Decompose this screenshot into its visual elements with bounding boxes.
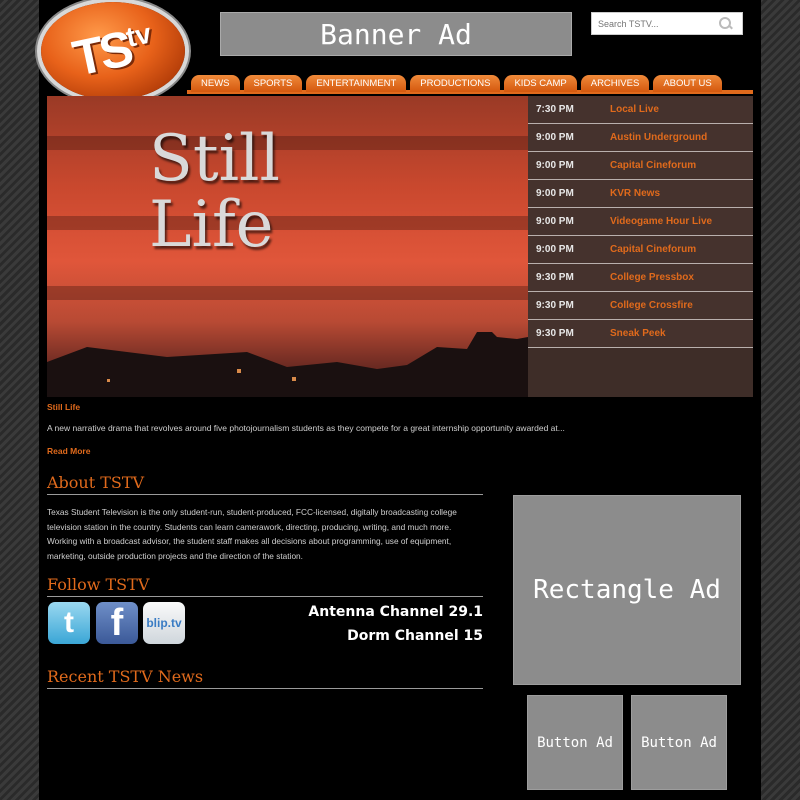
hero-caption-link[interactable]: Still Life <box>47 402 80 412</box>
nav-tab-archives[interactable]: ARCHIVES <box>580 75 650 92</box>
search-icon[interactable] <box>716 15 734 33</box>
button-ad-right[interactable]: Button Ad <box>631 695 727 790</box>
twitter-icon[interactable]: t <box>48 602 90 644</box>
antenna-channel: Antenna Channel 29.1 <box>308 604 483 620</box>
news-heading: Recent TSTV News <box>47 667 483 689</box>
hero-description: A new narrative drama that revolves arou… <box>47 423 565 433</box>
bliptv-icon[interactable]: blip.tv <box>143 602 185 644</box>
hero-image[interactable]: Still Life <box>47 96 528 397</box>
nav-tab-entertainment[interactable]: ENTERTAINMENT <box>306 75 407 92</box>
logo-text: TStv <box>67 17 154 87</box>
nav-tab-productions[interactable]: PRODUCTIONS <box>410 75 501 92</box>
schedule-row[interactable]: 9:30 PM College Crossfire <box>528 292 753 320</box>
schedule-row[interactable]: 9:00 PM Capital Cineforum <box>528 152 753 180</box>
nav-tab-news[interactable]: NEWS <box>191 75 240 92</box>
cloud-band <box>47 286 528 300</box>
nav-tab-about-us[interactable]: ABOUT US <box>653 75 722 92</box>
nav-tab-sports[interactable]: SPORTS <box>243 75 303 92</box>
main-nav: NEWS SPORTS ENTERTAINMENT PRODUCTIONS KI… <box>191 75 722 92</box>
search-box <box>591 12 743 35</box>
nav-tab-kids-camp[interactable]: KIDS CAMP <box>504 75 577 92</box>
skyline-silhouette <box>47 332 528 397</box>
schedule-panel: 7:30 PM Local Live 9:00 PM Austin Undergro… <box>528 96 753 397</box>
rectangle-ad[interactable]: Rectangle Ad <box>513 495 741 685</box>
read-more-link[interactable]: Read More <box>47 446 90 456</box>
banner-ad[interactable]: Banner Ad <box>220 12 572 56</box>
schedule-row[interactable]: 9:30 PM Sneak Peek <box>528 320 753 348</box>
schedule-row[interactable]: 9:00 PM Videogame Hour Live <box>528 208 753 236</box>
schedule-row[interactable]: 9:30 PM College Pressbox <box>528 264 753 292</box>
cloud-band <box>47 216 528 230</box>
facebook-icon[interactable]: f <box>96 602 138 644</box>
dorm-channel: Dorm Channel 15 <box>347 628 483 644</box>
about-text: Texas Student Television is the only stu… <box>47 507 457 561</box>
cloud-band <box>47 136 528 150</box>
hero-title: Still Life <box>149 122 280 262</box>
about-heading: About TSTV <box>47 473 483 495</box>
page: TStv Banner Ad NEWS SPORTS ENTERTAINMENT… <box>39 0 761 800</box>
tstv-logo[interactable]: TStv <box>41 2 185 100</box>
search-input[interactable] <box>592 14 716 33</box>
schedule-row[interactable]: 9:00 PM Capital Cineforum <box>528 236 753 264</box>
follow-heading: Follow TSTV <box>47 575 483 597</box>
schedule-row[interactable]: 9:00 PM KVR News <box>528 180 753 208</box>
button-ad-left[interactable]: Button Ad <box>527 695 623 790</box>
schedule-row[interactable]: 9:00 PM Austin Underground <box>528 124 753 152</box>
schedule-row[interactable]: 7:30 PM Local Live <box>528 96 753 124</box>
